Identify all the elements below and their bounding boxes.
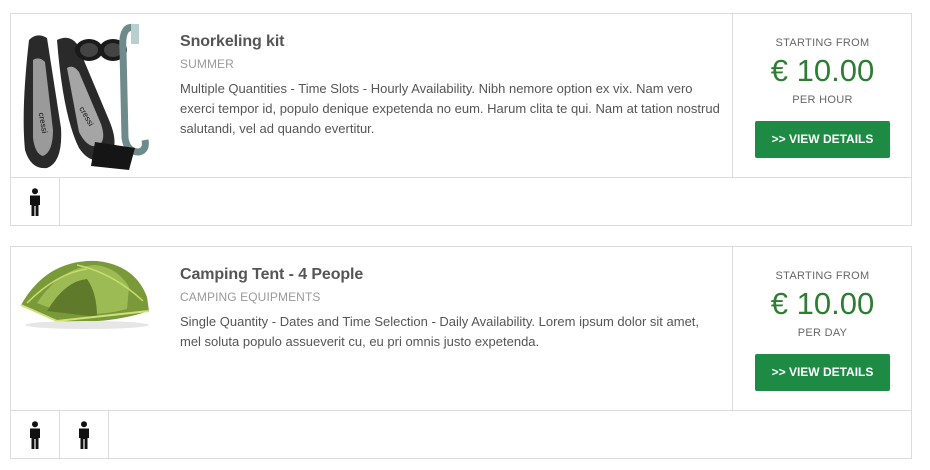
- capacity-cell: [11, 178, 60, 226]
- listing-card: cressi cressi Snorkeling kit SUMMER Mult: [10, 13, 912, 226]
- person-icon: [30, 188, 40, 216]
- listing-card: Camping Tent - 4 People CAMPING EQUIPMEN…: [10, 246, 912, 459]
- price-value: € 10.00: [770, 53, 875, 88]
- listing-title[interactable]: Camping Tent - 4 People: [180, 266, 720, 284]
- price-unit: PER HOUR: [792, 94, 853, 106]
- person-icon: [30, 421, 40, 449]
- listing-main-row: cressi cressi Snorkeling kit SUMMER Mult: [11, 14, 911, 177]
- listing-category: SUMMER: [180, 57, 234, 71]
- price-label: STARTING FROM: [775, 37, 870, 49]
- view-details-button[interactable]: >> VIEW DETAILS: [755, 354, 890, 391]
- price-value: € 10.00: [770, 286, 875, 321]
- listing-description: Multiple Quantities - Time Slots - Hourl…: [180, 81, 720, 136]
- listing-info: Camping Tent - 4 People CAMPING EQUIPMEN…: [180, 266, 720, 352]
- listing-title[interactable]: Snorkeling kit: [180, 33, 720, 51]
- capacity-row: [11, 410, 911, 459]
- view-details-button[interactable]: >> VIEW DETAILS: [755, 121, 890, 158]
- capacity-row: [11, 177, 911, 226]
- listing-category: CAMPING EQUIPMENTS: [180, 290, 321, 304]
- person-icon: [79, 421, 89, 449]
- price-label: STARTING FROM: [775, 270, 870, 282]
- snorkeling-kit-image[interactable]: cressi cressi: [17, 20, 157, 170]
- price-box: STARTING FROM € 10.00 PER HOUR >> VIEW D…: [732, 14, 912, 177]
- price-unit: PER DAY: [797, 327, 848, 339]
- capacity-cell: [60, 411, 109, 459]
- capacity-cell: [11, 411, 60, 459]
- camping-tent-image[interactable]: [17, 253, 157, 403]
- price-box: STARTING FROM € 10.00 PER DAY >> VIEW DE…: [732, 247, 912, 410]
- listing-main-row: Camping Tent - 4 People CAMPING EQUIPMEN…: [11, 247, 911, 410]
- listing-description: Single Quantity - Dates and Time Selecti…: [180, 314, 700, 349]
- listing-info: Snorkeling kit SUMMER Multiple Quantitie…: [180, 33, 720, 139]
